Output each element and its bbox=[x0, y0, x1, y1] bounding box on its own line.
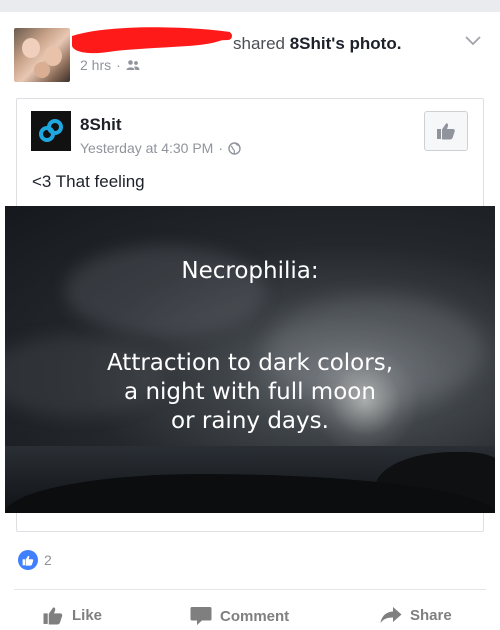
chevron-down-icon[interactable] bbox=[465, 36, 481, 46]
photo-text-line: or rainy days. bbox=[171, 408, 329, 434]
action-text: shared bbox=[233, 34, 285, 53]
post-time[interactable]: 2 hrs bbox=[80, 57, 111, 73]
thumbs-up-icon bbox=[43, 607, 63, 625]
meta-separator: · bbox=[218, 140, 224, 156]
post-header: shared 8Shit's photo. bbox=[233, 34, 401, 54]
like-page-button[interactable] bbox=[424, 111, 468, 151]
shared-object-link[interactable]: photo. bbox=[350, 34, 402, 53]
shared-post-timestamp[interactable]: Yesterday at 4:30 PM bbox=[80, 140, 213, 156]
share-arrow-icon bbox=[380, 607, 402, 623]
post-meta: 2 hrs · bbox=[80, 57, 140, 73]
page-name[interactable]: 8Shit bbox=[80, 115, 122, 135]
like-reaction-icon bbox=[18, 550, 38, 570]
shared-photo[interactable]: Necrophilia: Attraction to dark colors, … bbox=[5, 206, 495, 513]
redaction-mark bbox=[72, 27, 232, 54]
globe-icon bbox=[228, 141, 241, 155]
share-label: Share bbox=[410, 606, 452, 624]
reaction-count: 2 bbox=[44, 552, 52, 568]
comment-icon bbox=[190, 607, 212, 625]
page-logo[interactable] bbox=[31, 111, 71, 151]
like-label: Like bbox=[72, 607, 103, 624]
like-button[interactable]: Like bbox=[42, 606, 102, 625]
thumbs-up-icon bbox=[437, 123, 455, 140]
photo-text-line: Attraction to dark colors, bbox=[106, 350, 394, 376]
comment-button[interactable]: Comment bbox=[190, 606, 289, 626]
divider bbox=[14, 589, 486, 590]
photo-title: Necrophilia: bbox=[181, 258, 319, 284]
reactions-summary[interactable]: 2 bbox=[18, 550, 52, 570]
profile-avatar[interactable] bbox=[14, 28, 70, 82]
comment-label: Comment bbox=[220, 607, 290, 625]
infinity-logo-icon bbox=[39, 119, 63, 142]
share-button[interactable]: Share bbox=[380, 606, 452, 624]
shared-page-link[interactable]: 8Shit's bbox=[290, 34, 345, 53]
top-strip bbox=[0, 0, 500, 12]
meta-separator: · bbox=[116, 57, 121, 73]
photo-text-line: a night with full moon bbox=[124, 379, 376, 405]
post-caption: <3 That feeling bbox=[32, 172, 145, 191]
shared-post-meta: Yesterday at 4:30 PM · bbox=[80, 140, 241, 156]
friends-icon bbox=[126, 60, 140, 70]
